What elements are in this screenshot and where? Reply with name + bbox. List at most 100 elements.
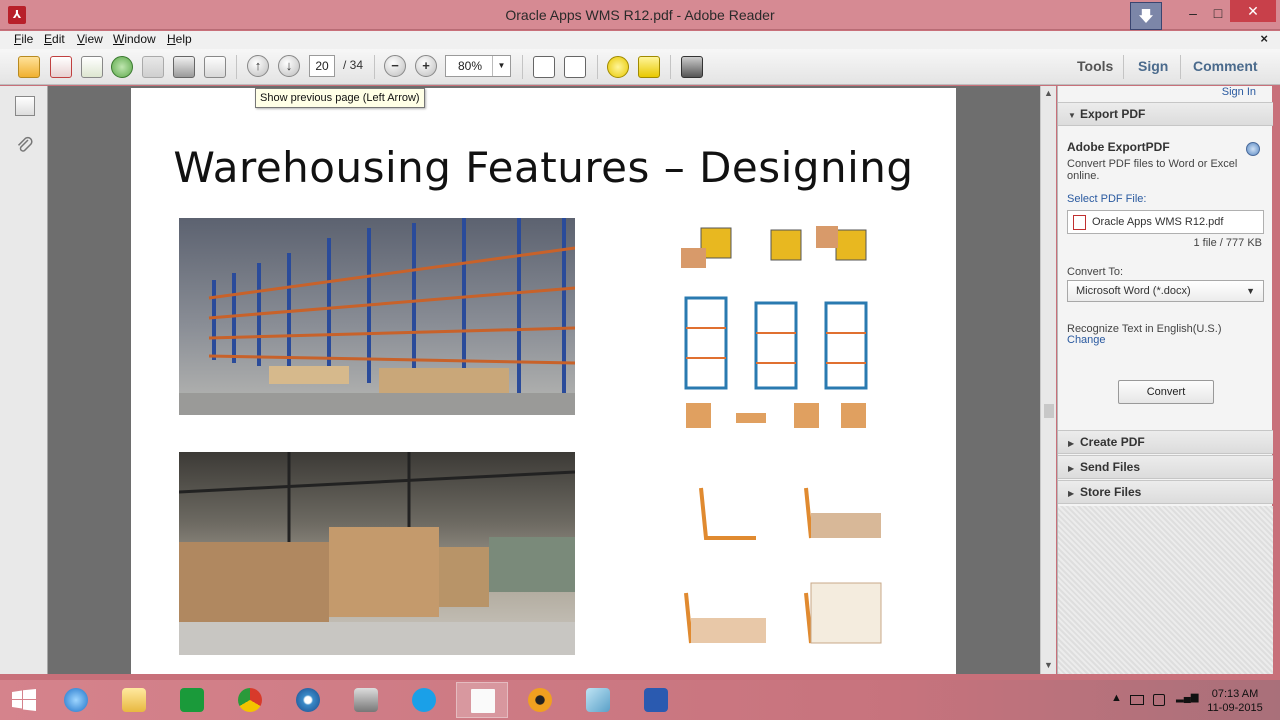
selected-file-field[interactable]: Oracle Apps WMS R12.pdf [1067,210,1264,234]
chrome-icon [238,688,262,712]
store-files-header[interactable]: ▶ Store Files [1058,480,1273,504]
chevron-down-icon[interactable]: ▼ [492,56,510,76]
maximize-button[interactable]: □ [1205,4,1231,24]
fit-page-icon[interactable] [533,56,555,78]
toolbar-divider [236,55,237,79]
zoom-out-button[interactable]: − [384,55,406,77]
print-icon[interactable] [173,56,195,78]
skype-task[interactable] [398,682,450,718]
menu-edit[interactable]: Edit [44,32,65,46]
tools-button[interactable]: Tools [1077,58,1113,74]
sign-button[interactable]: Sign [1138,58,1168,74]
word-task[interactable] [630,682,682,718]
skype-icon [412,688,436,712]
taskbar: ▲ ▂▄▆ 07:13 AM 11-09-2015 [0,680,1280,720]
page-number-input[interactable]: 20 [309,55,335,77]
books-app-task[interactable] [572,682,624,718]
select-pdf-file-label: Select PDF File: [1067,193,1147,205]
adobe-reader-task[interactable] [456,682,508,718]
toolbar-divider [597,55,598,79]
pdf-page: Warehousing Features – Designing [131,88,956,674]
selected-file-name: Oracle Apps WMS R12.pdf [1092,216,1224,228]
create-pdf-icon[interactable] [50,56,72,78]
email-icon[interactable] [204,56,226,78]
vertical-scrollbar[interactable]: ▲ ▼ [1040,86,1056,674]
gear-icon [354,688,378,712]
comment-icon[interactable] [607,56,629,78]
next-page-button[interactable]: ↓ [278,55,300,77]
convert-button[interactable]: Convert [1118,380,1214,404]
tooltip: Show previous page (Left Arrow) [255,88,425,108]
start-button[interactable] [12,689,36,711]
flower-icon [528,688,552,712]
create-pdf-header[interactable]: ▶ Create PDF [1058,430,1273,454]
zoom-in-button[interactable]: + [415,55,437,77]
pane-background [1058,506,1273,674]
internet-explorer-task[interactable] [50,682,102,718]
network-tool-task[interactable] [340,682,392,718]
menu-help[interactable]: Help [167,32,192,46]
edit-icon[interactable] [81,56,103,78]
close-button[interactable]: ✕ [1230,0,1276,22]
previous-page-button[interactable]: ↑ [247,55,269,77]
scroll-down-icon[interactable]: ▼ [1044,660,1053,670]
store-task[interactable] [166,682,218,718]
signal-icon[interactable]: ▂▄▆ [1176,692,1198,703]
file-explorer-task[interactable] [108,682,160,718]
toolbar-divider [670,55,671,79]
show-hidden-icons[interactable]: ▲ [1111,692,1122,704]
media-player-icon [296,688,320,712]
toolbar-divider [1180,55,1181,79]
zoom-select[interactable]: 80% ▼ [445,55,511,77]
export-pdf-label: Export PDF [1080,107,1146,121]
menu-window[interactable]: Window [113,32,156,46]
send-files-header[interactable]: ▶ Send Files [1058,455,1273,479]
forklifts-and-racks-illustration [676,218,886,438]
warehouse-boxes-photo [179,452,575,655]
adobe-exportpdf-description: Convert PDF files to Word or Excel onlin… [1067,158,1238,182]
flower-app-task[interactable] [514,682,566,718]
chrome-task[interactable] [224,682,276,718]
info-icon[interactable] [1246,142,1260,156]
comment-button[interactable]: Comment [1193,58,1258,74]
chevron-down-icon[interactable]: ▼ [1246,281,1255,301]
slide-heading: Warehousing Features – Designing [173,143,914,192]
triangle-down-icon: ▼ [1068,111,1076,120]
menu-view[interactable]: View [77,32,103,46]
upload-icon[interactable] [111,56,133,78]
send-files-label: Send Files [1080,460,1141,474]
change-language-link[interactable]: Change [1067,334,1106,346]
highlight-icon[interactable] [638,56,660,78]
battery-icon[interactable] [1153,694,1165,706]
window-title: Oracle Apps WMS R12.pdf - Adobe Reader [505,7,775,23]
clock-time: 07:13 AM [1211,688,1259,700]
scrollbar-thumb[interactable] [1044,404,1054,418]
document-close-icon[interactable]: × [1260,31,1268,46]
action-center-icon[interactable] [1130,695,1144,705]
save-icon[interactable] [142,56,164,78]
pdf-file-icon [1073,215,1086,230]
open-icon[interactable] [18,56,40,78]
page-thumbnails-icon[interactable] [15,96,35,116]
convert-to-select[interactable]: Microsoft Word (*.docx) ▼ [1067,280,1264,302]
fit-width-icon[interactable] [564,56,586,78]
convert-to-label: Convert To: [1067,266,1124,278]
store-icon [180,688,204,712]
clock-date: 11-09-2015 [1207,702,1263,714]
minimize-button[interactable]: – [1180,4,1206,24]
triangle-right-icon: ▶ [1068,464,1075,473]
media-player-task[interactable] [282,682,334,718]
book-icon [586,688,610,712]
pin-icon[interactable] [1130,2,1162,30]
convert-to-value: Microsoft Word (*.docx) [1076,285,1191,297]
document-viewport[interactable]: Warehousing Features – Designing [48,86,1040,674]
scroll-up-icon[interactable]: ▲ [1044,88,1053,98]
word-icon [644,688,668,712]
tools-pane: Sign In ▼ Export PDF Adobe ExportPDF Conv… [1057,86,1273,674]
export-pdf-header[interactable]: ▼ Export PDF [1058,102,1273,126]
menu-file[interactable]: File [14,32,33,46]
fullscreen-icon[interactable] [681,56,703,78]
system-clock[interactable]: 07:13 AM 11-09-2015 [1200,687,1270,715]
attachments-icon[interactable] [15,136,35,156]
sign-in-link[interactable]: Sign In [1222,86,1256,98]
